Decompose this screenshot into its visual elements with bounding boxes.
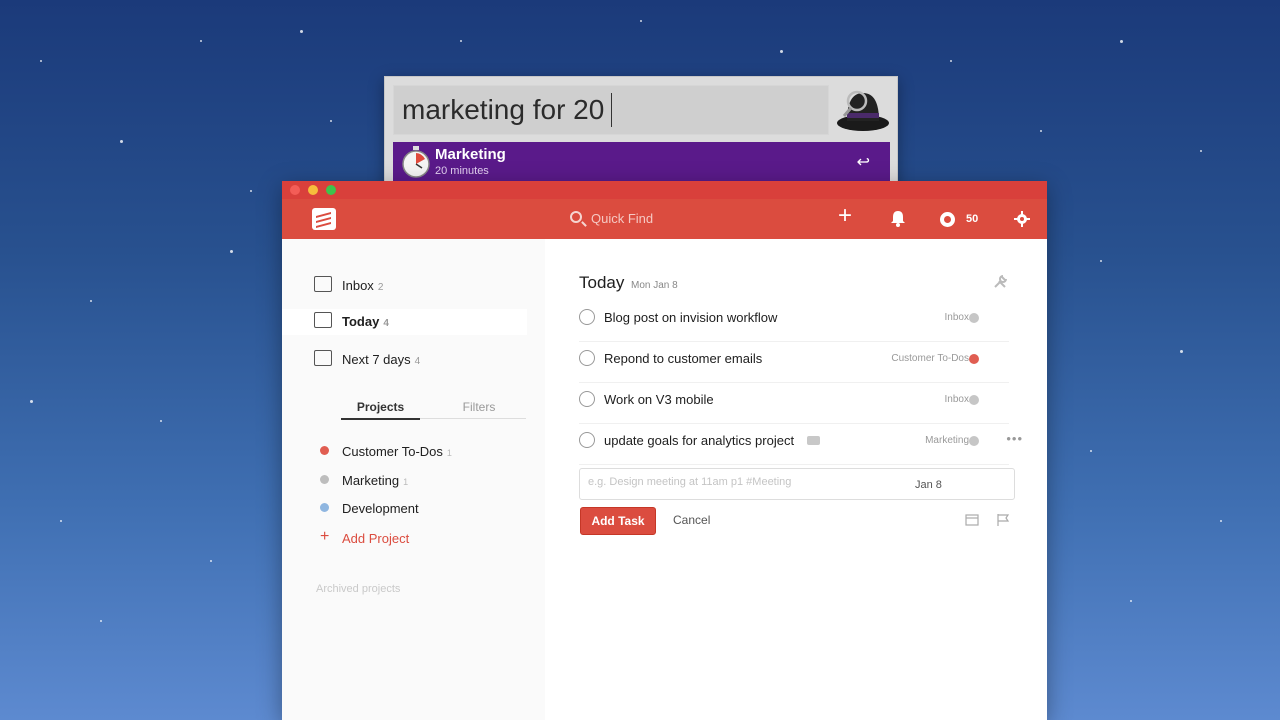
task-row[interactable]: Repond to customer emails Customer To-Do… xyxy=(579,342,1009,383)
karma-score: 50 xyxy=(966,213,979,225)
page-title: Today xyxy=(579,273,625,292)
sidebar: Inbox 2 Today 4 Next 7 days 4 Projects Filt… xyxy=(282,239,545,720)
task-content-input[interactable] xyxy=(588,476,888,488)
comment-icon[interactable] xyxy=(807,436,820,445)
task-checkbox[interactable] xyxy=(579,432,595,448)
task-name[interactable]: Repond to customer emails xyxy=(604,351,762,366)
tab-projects[interactable]: Projects xyxy=(341,400,420,420)
project-color-dot xyxy=(320,503,329,512)
add-task-plus-icon[interactable]: + xyxy=(838,204,852,228)
sidebar-item-next-7-days[interactable]: Next 7 days 4 xyxy=(314,347,524,373)
more-options-icon[interactable]: ••• xyxy=(1006,431,1023,446)
task-project: Marketing xyxy=(925,435,969,446)
task-checkbox[interactable] xyxy=(579,309,595,325)
priority-flag-icon[interactable] xyxy=(996,513,1010,527)
add-task-button[interactable]: Add Task xyxy=(580,507,656,535)
add-task-editor: Jan 8 xyxy=(579,468,1015,500)
timer-icon xyxy=(402,146,430,178)
project-picker-icon[interactable] xyxy=(965,513,979,527)
calendar-week-icon xyxy=(314,350,332,366)
tab-filters[interactable]: Filters xyxy=(439,400,519,414)
alfred-result-item[interactable]: Marketing 20 minutes ↩ xyxy=(393,142,890,183)
task-name[interactable]: update goals for analytics project xyxy=(604,433,794,448)
todoist-window: Quick Find + 50 Inbox 2 Today 4 Next 7 d… xyxy=(282,181,1047,720)
task-project-dot xyxy=(969,313,979,323)
todoist-logo-icon[interactable] xyxy=(312,208,336,230)
notifications-bell-icon[interactable] xyxy=(890,210,906,227)
alfred-result-title: Marketing xyxy=(435,146,506,163)
project-color-dot xyxy=(320,446,329,455)
zoom-window-button[interactable] xyxy=(326,185,336,195)
nav-label: Inbox xyxy=(342,278,374,293)
nav-count: 2 xyxy=(377,282,384,293)
alfred-result-subtitle: 20 minutes xyxy=(435,165,489,177)
task-name[interactable]: Blog post on invision workflow xyxy=(604,310,777,325)
task-row[interactable]: update goals for analytics project Marke… xyxy=(579,424,1022,465)
minimize-window-button[interactable] xyxy=(308,185,318,195)
task-project: Customer To-Dos xyxy=(891,353,969,364)
task-row[interactable]: Work on V3 mobile Inbox xyxy=(579,383,1009,424)
today-view: Today Mon Jan 8 Blog post on invision wo… xyxy=(545,239,1047,720)
nav-count: 4 xyxy=(383,318,389,329)
project-label: Marketing xyxy=(342,473,400,488)
task-project: Inbox xyxy=(944,394,969,405)
sidebar-item-today[interactable]: Today 4 xyxy=(282,309,527,335)
task-project-dot xyxy=(969,354,979,364)
task-project-dot xyxy=(969,395,979,405)
project-count: 1 xyxy=(446,448,452,458)
inbox-icon xyxy=(314,276,332,292)
cancel-button[interactable]: Cancel xyxy=(673,513,710,527)
task-checkbox[interactable] xyxy=(579,350,595,366)
project-color-dot xyxy=(320,475,329,484)
top-toolbar: Quick Find + 50 xyxy=(282,199,1047,239)
task-project: Inbox xyxy=(944,312,969,323)
archived-projects-link[interactable]: Archived projects xyxy=(316,583,400,595)
nav-label: Today xyxy=(342,314,380,329)
today-date: Mon Jan 8 xyxy=(631,280,678,291)
karma-icon[interactable] xyxy=(940,212,955,227)
sidebar-item-inbox[interactable]: Inbox 2 xyxy=(314,273,524,299)
alfred-hat-icon xyxy=(837,90,889,131)
project-label: Development xyxy=(342,501,419,516)
plus-icon: + xyxy=(320,528,330,545)
task-checkbox[interactable] xyxy=(579,391,595,407)
wrench-icon[interactable] xyxy=(993,275,1007,289)
nav-label: Next 7 days xyxy=(342,352,411,367)
settings-gear-icon[interactable] xyxy=(1014,211,1030,227)
window-titlebar xyxy=(282,181,1047,199)
calendar-icon xyxy=(314,312,332,328)
close-window-button[interactable] xyxy=(290,185,300,195)
task-row[interactable]: Blog post on invision workflow Inbox xyxy=(579,301,1009,342)
project-label: Customer To-Dos xyxy=(342,444,443,459)
due-date-field[interactable]: Jan 8 xyxy=(915,479,942,491)
return-key-icon: ↩ xyxy=(856,154,870,171)
task-project-dot xyxy=(969,436,979,446)
nav-count: 4 xyxy=(414,356,421,367)
quick-find-placeholder: Quick Find xyxy=(591,211,654,226)
project-count: 1 xyxy=(403,477,409,487)
alfred-launcher: Marketing 20 minutes ↩ xyxy=(384,76,898,189)
search-icon xyxy=(570,211,582,223)
text-caret xyxy=(611,93,612,127)
sidebar-tabs: Projects Filters xyxy=(341,397,526,420)
add-project-label: Add Project xyxy=(342,531,410,546)
task-name[interactable]: Work on V3 mobile xyxy=(604,392,714,407)
quick-find-search[interactable]: Quick Find xyxy=(570,210,770,228)
